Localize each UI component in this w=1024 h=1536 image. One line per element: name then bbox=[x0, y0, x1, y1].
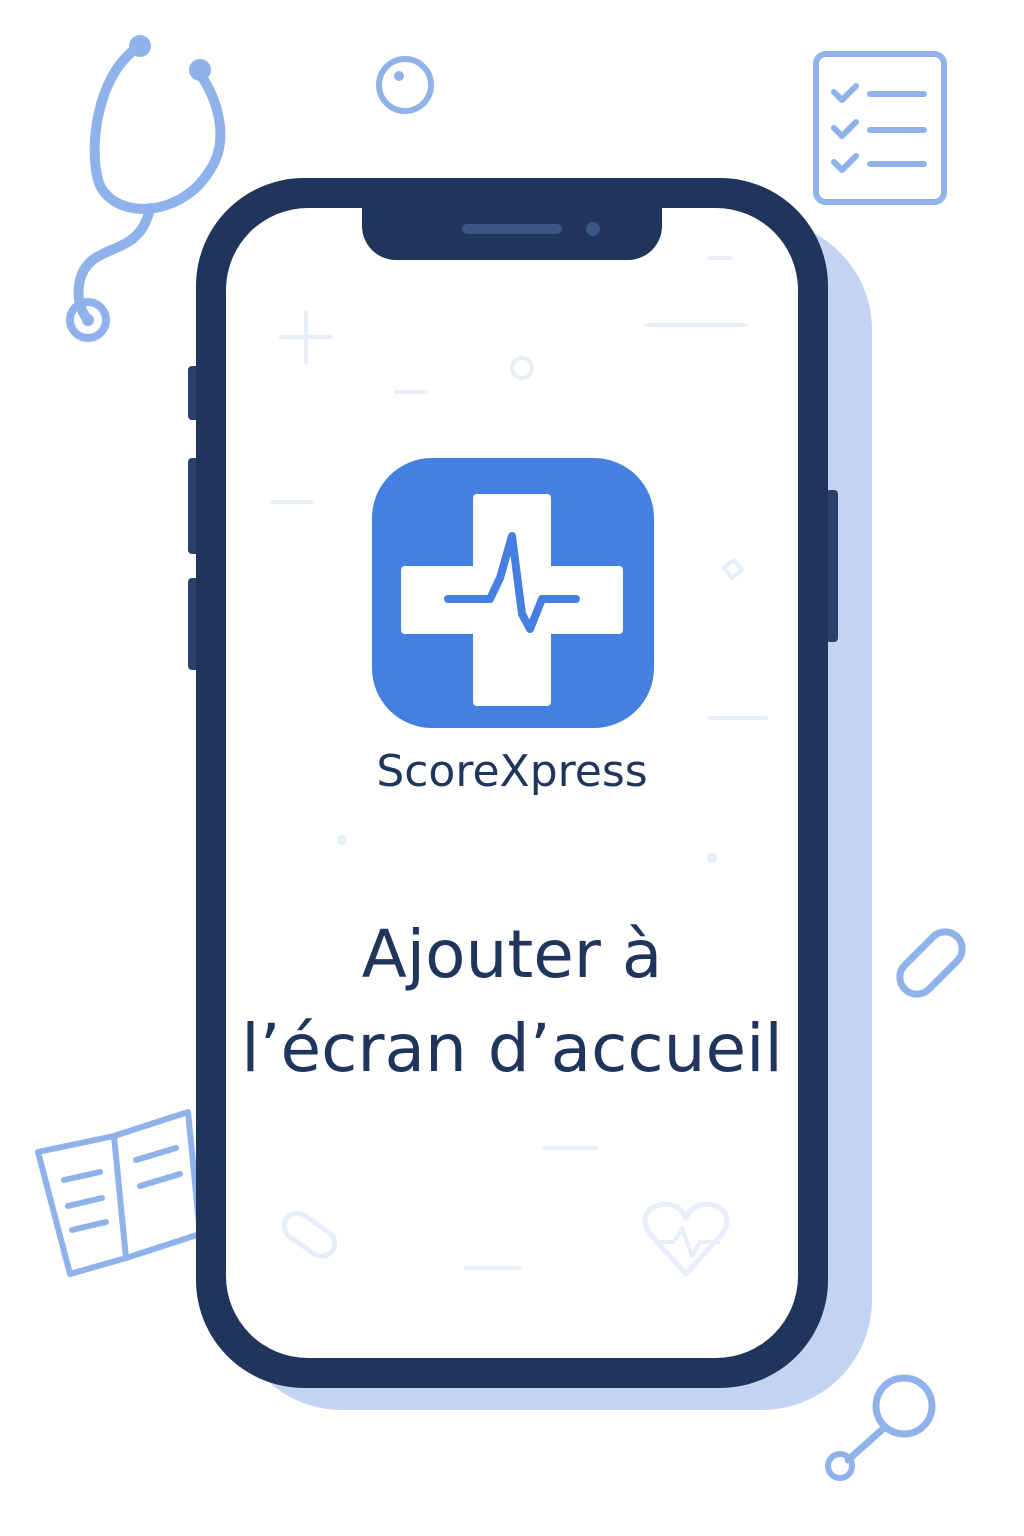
promo-canvas: ScoreXpress Ajouter à l’écran d’accueil bbox=[0, 0, 1024, 1536]
medical-cross-pulse-icon bbox=[401, 494, 623, 706]
app-icon[interactable] bbox=[372, 458, 654, 728]
pill-icon bbox=[896, 928, 966, 998]
magnifier-icon bbox=[825, 1374, 936, 1481]
magnifier-small-icon bbox=[376, 56, 434, 114]
open-book-icon bbox=[35, 1109, 203, 1277]
heading-line-2: l’écran d’accueil bbox=[241, 1010, 783, 1087]
front-camera bbox=[586, 222, 600, 236]
checklist-icon bbox=[813, 51, 947, 205]
phone-frame: ScoreXpress Ajouter à l’écran d’accueil bbox=[196, 178, 828, 1388]
heading-line-1: Ajouter à bbox=[361, 916, 663, 993]
phone-screen: ScoreXpress Ajouter à l’écran d’accueil bbox=[226, 208, 798, 1358]
add-to-home-screen-heading: Ajouter à l’écran d’accueil bbox=[226, 908, 798, 1096]
speaker-grille bbox=[462, 224, 562, 234]
phone-notch bbox=[362, 208, 662, 260]
app-name: ScoreXpress bbox=[376, 746, 648, 797]
